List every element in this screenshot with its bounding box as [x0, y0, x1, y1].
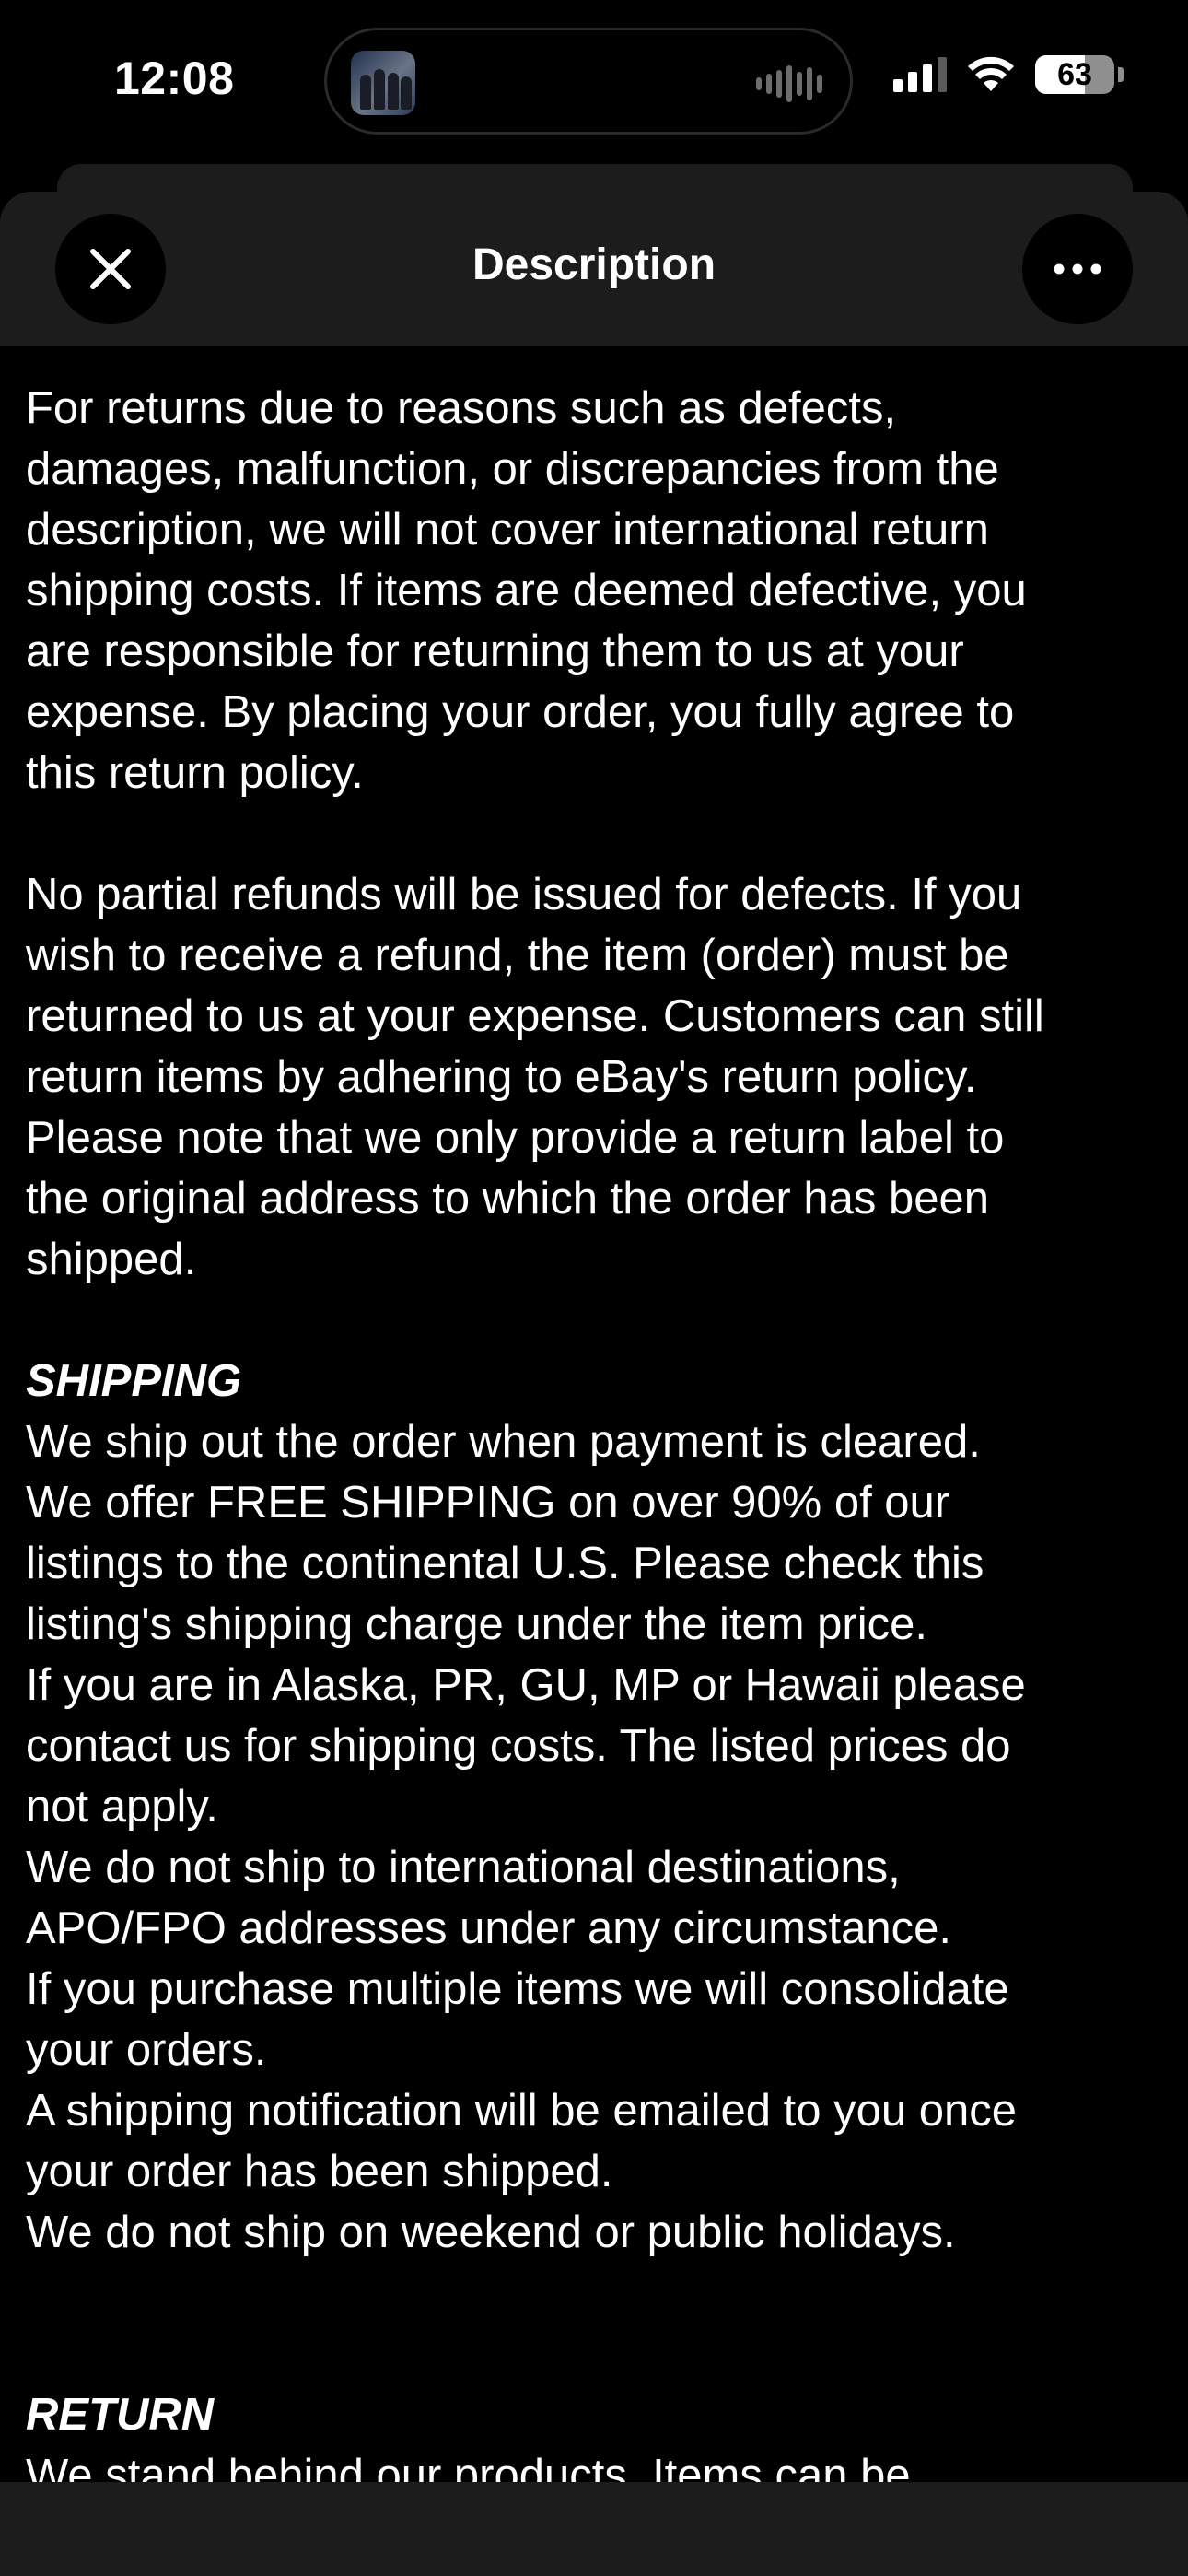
more-options-button[interactable] — [1022, 214, 1133, 324]
bottom-bar — [0, 2482, 1188, 2576]
description-paragraph: For returns due to reasons such as defec… — [26, 383, 1027, 798]
shipping-heading: SHIPPING — [26, 1356, 242, 1406]
shipping-text: We ship out the order when payment is cl… — [26, 1417, 1026, 2257]
status-icons: 63 — [893, 53, 1124, 96]
status-time: 12:08 — [114, 53, 235, 104]
sheet-title: Description — [472, 240, 716, 289]
dynamic-island[interactable] — [324, 28, 853, 135]
description-content: For returns due to reasons such as defec… — [26, 378, 1168, 2506]
battery-nub — [1118, 67, 1124, 82]
description-paragraph: No partial refunds will be issued for de… — [26, 870, 1044, 1284]
sheet-header: Description — [0, 192, 1188, 346]
battery-percent: 63 — [1057, 56, 1092, 92]
album-art-icon — [351, 51, 415, 115]
audio-waveform-icon — [756, 64, 822, 104]
status-bar: 12:08 63 — [0, 0, 1188, 164]
wifi-icon — [968, 56, 1014, 91]
signal-icon — [893, 57, 947, 92]
return-heading: RETURN — [26, 2390, 215, 2440]
battery-icon: 63 — [1035, 55, 1114, 94]
more-icon — [1054, 263, 1101, 275]
